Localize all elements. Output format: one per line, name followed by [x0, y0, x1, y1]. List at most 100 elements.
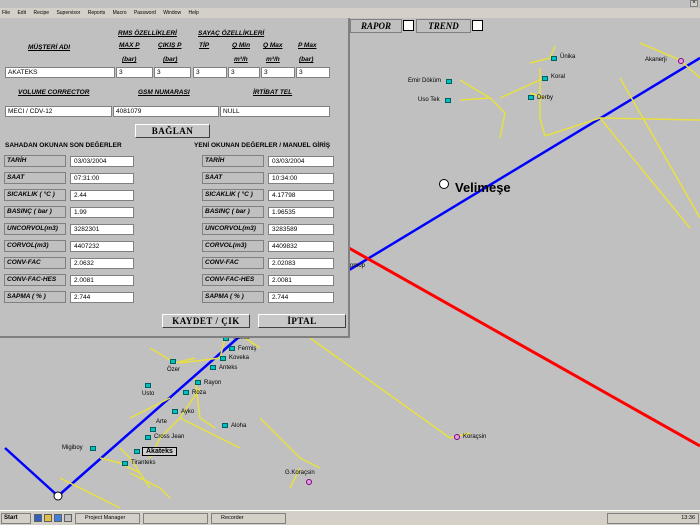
col-qmax: Q Max — [263, 42, 283, 49]
node-icon[interactable] — [145, 435, 151, 440]
field-label: CONV-FAC-HES — [205, 276, 255, 283]
left-sicaklik-input[interactable]: 2.44 — [70, 190, 134, 201]
node-icon[interactable] — [222, 423, 228, 428]
node-icon[interactable] — [678, 58, 684, 64]
field-label: CONV-FAC-HES — [7, 276, 57, 283]
map-label: Cross Jean — [154, 434, 185, 440]
node-icon[interactable] — [122, 461, 128, 466]
node-icon[interactable] — [150, 427, 156, 432]
col-maxp: MAX P — [119, 42, 140, 49]
right-basinc-input[interactable]: 1.96535 — [268, 207, 334, 218]
menu-edit[interactable]: Edit — [17, 10, 26, 16]
right-uncorvol-input[interactable]: 3283589 — [268, 224, 334, 235]
node-icon[interactable] — [551, 56, 557, 61]
taskbar-item-project-manager[interactable]: Project Manager — [75, 513, 140, 524]
node-icon[interactable] — [528, 95, 534, 100]
node-icon[interactable] — [170, 359, 176, 364]
map-label: Fermiş — [238, 346, 257, 352]
iptal-button[interactable]: İPTAL — [258, 314, 346, 328]
map-label: Ayko — [181, 409, 195, 415]
baglan-button[interactable]: BAĞLAN — [135, 124, 210, 138]
trend-checkbox[interactable] — [472, 20, 483, 31]
map-label: Migiboy — [62, 445, 83, 451]
field-label: SICAKLIK ( °C ) — [205, 191, 253, 198]
col-volume-corrector: VOLUME CORRECTOR — [18, 89, 90, 96]
left-section-title: SAHADAN OKUNAN SON DEĞERLER — [5, 142, 122, 149]
red-pipe-segment — [339, 241, 700, 448]
left-convfaches-input[interactable]: 2.0081 — [70, 275, 134, 286]
node-icon[interactable] — [542, 76, 548, 81]
node-icon[interactable] — [145, 383, 151, 388]
field-label: BASINÇ ( bar ) — [205, 208, 250, 215]
map-label: Ünika — [560, 54, 576, 60]
node-icon[interactable] — [134, 449, 140, 454]
map-label: G.Koraçsin — [285, 470, 315, 476]
start-button[interactable]: Start — [1, 513, 31, 524]
node-icon[interactable] — [90, 446, 96, 451]
field-label: TARİH — [205, 157, 225, 164]
left-tarih-input[interactable]: 03/03/2004 — [70, 156, 134, 167]
quicklaunch-icon[interactable] — [34, 514, 42, 522]
right-sapma-input[interactable]: 2.744 — [268, 292, 334, 303]
irtibat-cell: NULL — [220, 106, 330, 117]
col-pmax-unit: (bar) — [299, 56, 314, 63]
kaydet-cik-button[interactable]: KAYDET / ÇIK — [162, 314, 250, 328]
node-icon[interactable] — [229, 346, 235, 351]
meter-reading-dialog: RMS ÖZELLİKLERİ SAYAÇ ÖZELLİKLERİ MÜŞTER… — [0, 18, 350, 338]
menu-reports[interactable]: Reports — [88, 10, 106, 16]
quicklaunch-icon[interactable] — [44, 514, 52, 522]
menu-window[interactable]: Window — [163, 10, 181, 16]
left-sapma-input[interactable]: 2.744 — [70, 292, 134, 303]
right-convfaches-input[interactable]: 2.0081 — [268, 275, 334, 286]
map-label: Koral — [551, 74, 566, 80]
taskbar-item-recorder[interactable]: Recorder — [211, 513, 286, 524]
node-icon[interactable] — [210, 365, 216, 370]
menu-recipe[interactable]: Recipe — [33, 10, 49, 16]
map-label: Akanerji — [645, 57, 667, 63]
node-icon[interactable] — [183, 390, 189, 395]
left-basinc-input[interactable]: 1.99 — [70, 207, 134, 218]
volume-corrector-cell: MECI / CDV-12 — [5, 106, 112, 117]
close-icon[interactable]: × — [690, 0, 698, 7]
menu-help[interactable]: Help — [188, 10, 198, 16]
left-corvol-input[interactable]: 4407232 — [70, 241, 134, 252]
menu-password[interactable]: Password — [134, 10, 156, 16]
node-icon[interactable] — [445, 98, 451, 103]
menu-file[interactable]: File — [2, 10, 10, 16]
node-icon[interactable] — [446, 79, 452, 84]
node-icon[interactable] — [306, 479, 312, 485]
menu-macro[interactable]: Macro — [113, 10, 127, 16]
musteri-cell: AKATEKS — [5, 67, 115, 78]
right-saat-input[interactable]: 10:34:00 — [268, 173, 334, 184]
right-sicaklik-input[interactable]: 4.17798 — [268, 190, 334, 201]
right-tarih-input[interactable]: 03/03/2004 — [268, 156, 334, 167]
map-label: Tiranteks — [131, 460, 156, 466]
left-convfac-input[interactable]: 2.0632 — [70, 258, 134, 269]
right-convfac-input[interactable]: 2.02083 — [268, 258, 334, 269]
taskbar: Start Project Manager Recorder 13:36 — [0, 510, 700, 525]
quicklaunch-icon[interactable] — [54, 514, 62, 522]
node-icon[interactable] — [195, 380, 201, 385]
left-uncorvol-input[interactable]: 3282301 — [70, 224, 134, 235]
right-corvol-input[interactable]: 4409832 — [268, 241, 334, 252]
qmax-cell: 3 — [261, 67, 295, 78]
left-saat-input[interactable]: 07:31:00 — [70, 173, 134, 184]
rapor-checkbox[interactable] — [403, 20, 414, 31]
node-icon[interactable] — [220, 356, 226, 361]
trend-button[interactable]: TREND — [416, 19, 471, 33]
field-label: CORVOL(m3) — [205, 242, 247, 249]
map-label: Emir Döküm — [408, 78, 442, 84]
quicklaunch-icon[interactable] — [64, 514, 72, 522]
selected-customer-label[interactable]: Akateks — [142, 447, 177, 456]
tip-cell: 3 — [193, 67, 227, 78]
rapor-button[interactable]: RAPOR — [350, 19, 402, 33]
node-icon[interactable] — [454, 434, 460, 440]
rms-header: RMS ÖZELLİKLERİ — [118, 30, 177, 37]
node-icon[interactable] — [172, 409, 178, 414]
col-maxp-unit: (bar) — [122, 56, 137, 63]
field-label: CONV-FAC — [205, 259, 239, 266]
menu-supervisor[interactable]: Supervisor — [56, 10, 80, 16]
yellow-branches-bottom — [59, 317, 471, 509]
taskbar-item[interactable] — [143, 513, 208, 524]
gsm-cell: 4081079 — [113, 106, 219, 117]
